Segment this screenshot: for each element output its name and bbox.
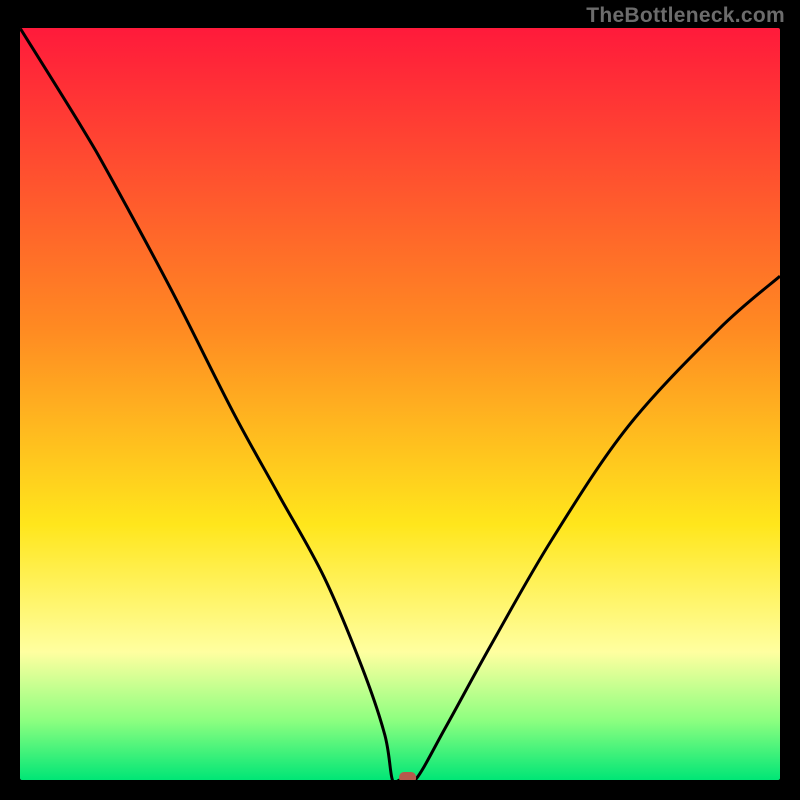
- watermark-text: TheBottleneck.com: [586, 4, 785, 28]
- plot-svg: [20, 28, 780, 780]
- plot-area: [20, 28, 780, 780]
- optimal-point-marker: [399, 772, 416, 780]
- gradient-background: [20, 28, 780, 780]
- chart-frame: TheBottleneck.com: [0, 0, 800, 800]
